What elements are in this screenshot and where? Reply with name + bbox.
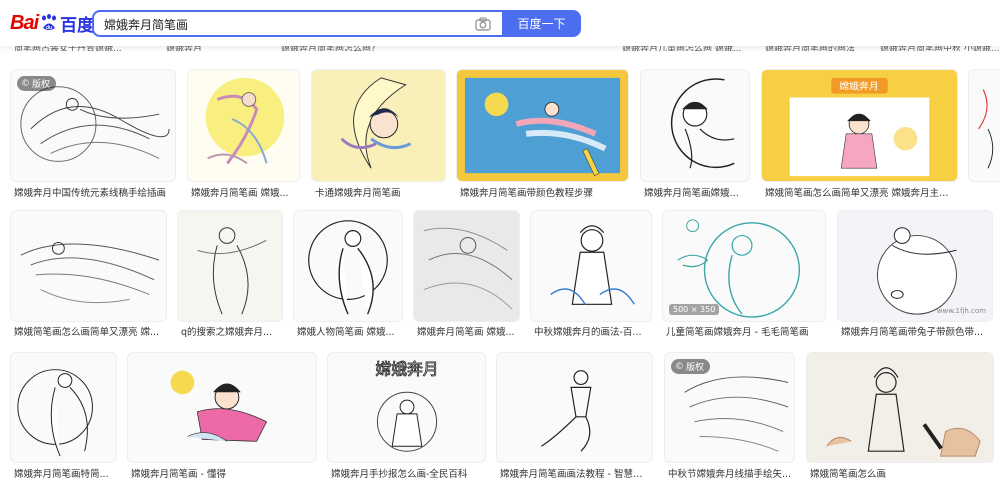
image-caption[interactable]: 嫦娥奔月中国传统元素线稿手绘插画 — [14, 185, 174, 199]
handwritten-poster-illustration: 嫦娥奔月 — [375, 359, 439, 452]
thumbnail-image[interactable] — [10, 210, 167, 322]
thumbnail-image[interactable]: © 版权 — [664, 352, 795, 463]
lineart-illustration — [550, 225, 635, 305]
baidu-image-search-page: Bai du 百度 百度一下 — [0, 0, 1000, 479]
colored-tutorial-illustration: 嫦娥奔月 — [762, 70, 957, 181]
thumbnail-image[interactable]: © 版权 — [10, 69, 176, 182]
thumbnail-image[interactable] — [127, 352, 317, 463]
pencil-sketch-illustration — [414, 211, 519, 321]
thumbnail-image[interactable] — [293, 210, 403, 322]
image-caption[interactable]: q的搜索之嫦娥奔月... — [181, 324, 281, 338]
thumbnail-image[interactable] — [806, 352, 994, 463]
camera-icon[interactable] — [474, 15, 492, 33]
lineart-illustration — [670, 78, 735, 169]
thumbnail-image[interactable] — [496, 352, 653, 463]
copyright-badge: © 版权 — [671, 359, 711, 374]
thumbnail-image[interactable] — [177, 210, 283, 322]
image-caption[interactable]: 嫦娥简笔画怎么画 — [810, 466, 992, 479]
copyright-badge: © 版权 — [17, 76, 57, 91]
thumbnail-image[interactable] — [530, 210, 652, 322]
lineart-illustration — [20, 241, 160, 304]
copyright-icon: © — [675, 361, 684, 372]
image-caption[interactable]: 嫦娥奔月简笔画画法教程 - 智慧妈... — [500, 466, 651, 479]
sketch-illustration — [178, 211, 282, 321]
image-caption[interactable]: 嫦娥简笔画怎么画简单又漂亮 嫦娥奔月主题... — [765, 185, 956, 199]
copyright-icon: © — [21, 78, 30, 89]
logo-baidu-text: 百度 — [60, 15, 95, 35]
thumbnail-image[interactable]: 嫦娥奔月 — [327, 352, 486, 463]
search-box — [92, 10, 502, 37]
watermark-text: www.1fjh.com — [936, 307, 986, 315]
thumbnail-image[interactable] — [640, 69, 750, 182]
image-caption[interactable]: 中秋节嫦娥奔月线描手绘矢... — [668, 466, 793, 479]
image-caption[interactable]: 儿童简笔画嫦娥奔月 - 毛毛简笔画 — [666, 324, 824, 338]
image-caption[interactable]: 卡通嫦娥奔月简笔画 — [315, 185, 444, 199]
logo-paw-text: du — [46, 25, 52, 31]
thumbnail-image[interactable] — [413, 210, 520, 322]
image-caption[interactable]: 嫦娥奔月简笔画特简... — [14, 466, 115, 479]
baidu-logo[interactable]: Bai du 百度 — [10, 11, 95, 35]
colored-illustration — [188, 70, 299, 181]
image-caption[interactable]: 嫦娥简笔画怎么画简单又漂亮 嫦... — [14, 324, 165, 338]
colored-illustration — [170, 370, 268, 442]
thumbnail-image[interactable] — [311, 69, 446, 182]
thumb-title-text: 嫦娥奔月 — [839, 80, 879, 93]
thumb-title-text: 嫦娥奔月 — [375, 360, 438, 379]
copyright-badge-label: 版权 — [32, 80, 51, 90]
lineart-illustration — [308, 220, 388, 315]
lineart-illustration — [838, 211, 992, 321]
copyright-badge-label: 版权 — [686, 363, 705, 373]
thumbnail-image[interactable]: 嫦娥奔月 — [761, 69, 958, 182]
lineart-illustration — [978, 89, 994, 169]
thumbnail-image[interactable] — [456, 69, 629, 182]
logo-bai-text: Bai — [10, 11, 39, 34]
image-caption[interactable]: 嫦娥奔月手抄报怎么画-全民百科 — [331, 466, 484, 479]
lineart-illustration — [17, 369, 93, 457]
search-button[interactable]: 百度一下 — [502, 10, 581, 37]
cartoon-illustration — [312, 70, 445, 181]
thumbnail-image[interactable]: 500 × 350 — [662, 210, 826, 322]
image-caption[interactable]: 嫦娥奔月简笔画 嫦娥... — [191, 185, 298, 199]
image-caption[interactable]: 嫦娥奔月简笔画带兔子带颜色带... — [841, 324, 991, 338]
paw-icon: du — [39, 13, 59, 33]
thumbnail-image[interactable]: www.1fjh.com — [837, 210, 993, 322]
image-caption[interactable]: 中秋嫦娥奔月的画法-百... — [534, 324, 650, 338]
thumbnail-image[interactable] — [968, 69, 1000, 182]
step-sketch-illustration — [541, 370, 592, 452]
colored-step-illustration — [457, 70, 628, 181]
image-caption[interactable]: 嫦娥奔月简笔画带颜色教程步骤 — [460, 185, 627, 199]
thumbnail-image[interactable] — [187, 69, 300, 182]
drawing-photo-illustration — [807, 353, 993, 462]
image-size-label: 500 × 350 — [669, 304, 720, 315]
image-caption[interactable]: 嫦娥奔月简笔画 嫦娥... — [417, 324, 518, 338]
image-caption[interactable]: 嫦娥奔月简笔画嫦娥和... — [644, 185, 748, 199]
image-caption[interactable]: 嫦娥奔月简笔画 - 懂得 — [131, 466, 315, 479]
image-caption[interactable]: 嫦娥人物简笔画 嫦娥... — [297, 324, 401, 338]
search-input[interactable] — [104, 15, 464, 33]
thumbnail-image[interactable] — [10, 352, 117, 463]
header-bar: Bai du 百度 百度一下 — [0, 0, 1000, 46]
